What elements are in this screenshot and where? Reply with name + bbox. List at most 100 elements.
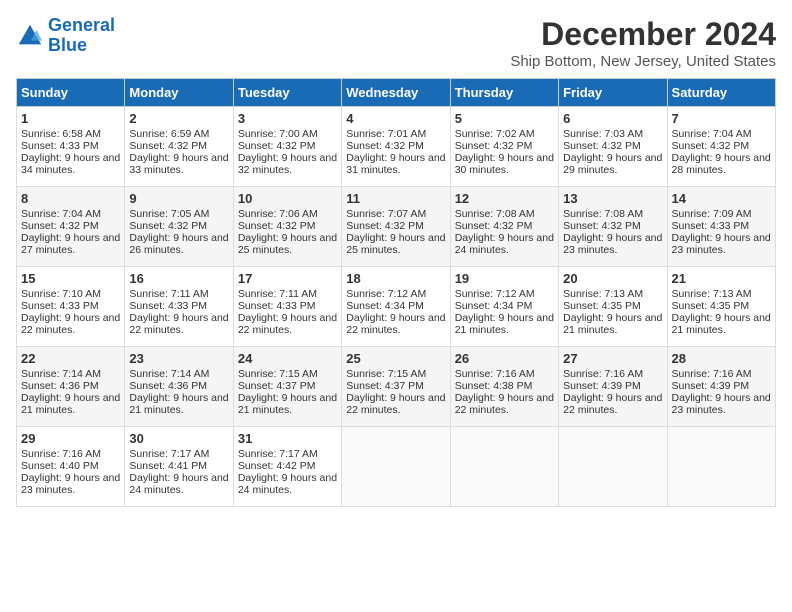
page-header: General Blue December 2024 Ship Bottom, … xyxy=(16,16,776,70)
day-number: 4 xyxy=(346,111,445,126)
sunset-text: Sunset: 4:32 PM xyxy=(346,220,424,232)
day-number: 7 xyxy=(672,111,771,126)
calendar-cell: 5Sunrise: 7:02 AMSunset: 4:32 PMDaylight… xyxy=(450,107,558,187)
calendar-cell xyxy=(450,427,558,507)
main-title: December 2024 xyxy=(510,16,776,53)
sunset-text: Sunset: 4:32 PM xyxy=(129,220,207,232)
sunset-text: Sunset: 4:32 PM xyxy=(346,140,424,152)
sunset-text: Sunset: 4:39 PM xyxy=(563,380,641,392)
sunrise-text: Sunrise: 7:00 AM xyxy=(238,128,318,140)
sunset-text: Sunset: 4:32 PM xyxy=(238,220,316,232)
daylight-text: Daylight: 9 hours and 21 minutes. xyxy=(455,312,554,336)
day-number: 8 xyxy=(21,191,120,206)
daylight-text: Daylight: 9 hours and 22 minutes. xyxy=(346,312,445,336)
calendar-cell: 17Sunrise: 7:11 AMSunset: 4:33 PMDayligh… xyxy=(233,267,341,347)
day-number: 6 xyxy=(563,111,662,126)
sunrise-text: Sunrise: 7:15 AM xyxy=(238,368,318,380)
calendar-cell: 23Sunrise: 7:14 AMSunset: 4:36 PMDayligh… xyxy=(125,347,233,427)
sunrise-text: Sunrise: 7:17 AM xyxy=(238,448,318,460)
daylight-text: Daylight: 9 hours and 21 minutes. xyxy=(21,392,120,416)
day-number: 10 xyxy=(238,191,337,206)
sunset-text: Sunset: 4:38 PM xyxy=(455,380,533,392)
day-number: 12 xyxy=(455,191,554,206)
calendar-cell: 2Sunrise: 6:59 AMSunset: 4:32 PMDaylight… xyxy=(125,107,233,187)
daylight-text: Daylight: 9 hours and 22 minutes. xyxy=(455,392,554,416)
sunset-text: Sunset: 4:35 PM xyxy=(672,300,750,312)
title-section: December 2024 Ship Bottom, New Jersey, U… xyxy=(510,16,776,70)
day-number: 19 xyxy=(455,271,554,286)
sunrise-text: Sunrise: 7:16 AM xyxy=(672,368,752,380)
calendar-cell: 8Sunrise: 7:04 AMSunset: 4:32 PMDaylight… xyxy=(17,187,125,267)
sunrise-text: Sunrise: 7:11 AM xyxy=(238,288,317,300)
calendar-cell: 24Sunrise: 7:15 AMSunset: 4:37 PMDayligh… xyxy=(233,347,341,427)
day-header-saturday: Saturday xyxy=(667,79,775,107)
sunrise-text: Sunrise: 7:12 AM xyxy=(346,288,426,300)
sunset-text: Sunset: 4:35 PM xyxy=(563,300,641,312)
sunset-text: Sunset: 4:33 PM xyxy=(672,220,750,232)
sunrise-text: Sunrise: 7:14 AM xyxy=(129,368,209,380)
calendar-cell: 30Sunrise: 7:17 AMSunset: 4:41 PMDayligh… xyxy=(125,427,233,507)
day-number: 22 xyxy=(21,351,120,366)
sunset-text: Sunset: 4:39 PM xyxy=(672,380,750,392)
sunrise-text: Sunrise: 7:16 AM xyxy=(455,368,535,380)
sunset-text: Sunset: 4:32 PM xyxy=(455,220,533,232)
calendar-cell: 6Sunrise: 7:03 AMSunset: 4:32 PMDaylight… xyxy=(559,107,667,187)
calendar-cell xyxy=(559,427,667,507)
week-row-5: 29Sunrise: 7:16 AMSunset: 4:40 PMDayligh… xyxy=(17,427,776,507)
daylight-text: Daylight: 9 hours and 28 minutes. xyxy=(672,152,771,176)
sunrise-text: Sunrise: 7:17 AM xyxy=(129,448,209,460)
day-header-monday: Monday xyxy=(125,79,233,107)
sunset-text: Sunset: 4:34 PM xyxy=(346,300,424,312)
calendar-cell: 27Sunrise: 7:16 AMSunset: 4:39 PMDayligh… xyxy=(559,347,667,427)
day-header-wednesday: Wednesday xyxy=(342,79,450,107)
day-number: 3 xyxy=(238,111,337,126)
daylight-text: Daylight: 9 hours and 23 minutes. xyxy=(672,232,771,256)
daylight-text: Daylight: 9 hours and 31 minutes. xyxy=(346,152,445,176)
day-number: 25 xyxy=(346,351,445,366)
daylight-text: Daylight: 9 hours and 23 minutes. xyxy=(21,472,120,496)
subtitle: Ship Bottom, New Jersey, United States xyxy=(510,53,776,70)
day-number: 30 xyxy=(129,431,228,446)
daylight-text: Daylight: 9 hours and 21 minutes. xyxy=(129,392,228,416)
day-header-sunday: Sunday xyxy=(17,79,125,107)
calendar-cell: 28Sunrise: 7:16 AMSunset: 4:39 PMDayligh… xyxy=(667,347,775,427)
daylight-text: Daylight: 9 hours and 22 minutes. xyxy=(346,392,445,416)
sunset-text: Sunset: 4:32 PM xyxy=(238,140,316,152)
sunrise-text: Sunrise: 6:58 AM xyxy=(21,128,101,140)
calendar-body: 1Sunrise: 6:58 AMSunset: 4:33 PMDaylight… xyxy=(17,107,776,507)
day-number: 26 xyxy=(455,351,554,366)
calendar-cell: 29Sunrise: 7:16 AMSunset: 4:40 PMDayligh… xyxy=(17,427,125,507)
sunset-text: Sunset: 4:32 PM xyxy=(21,220,99,232)
sunrise-text: Sunrise: 7:08 AM xyxy=(563,208,643,220)
calendar-cell: 25Sunrise: 7:15 AMSunset: 4:37 PMDayligh… xyxy=(342,347,450,427)
calendar-cell: 20Sunrise: 7:13 AMSunset: 4:35 PMDayligh… xyxy=(559,267,667,347)
day-number: 2 xyxy=(129,111,228,126)
calendar-cell: 19Sunrise: 7:12 AMSunset: 4:34 PMDayligh… xyxy=(450,267,558,347)
sunset-text: Sunset: 4:41 PM xyxy=(129,460,207,472)
daylight-text: Daylight: 9 hours and 30 minutes. xyxy=(455,152,554,176)
day-number: 28 xyxy=(672,351,771,366)
day-header-thursday: Thursday xyxy=(450,79,558,107)
day-number: 1 xyxy=(21,111,120,126)
day-number: 17 xyxy=(238,271,337,286)
sunrise-text: Sunrise: 7:04 AM xyxy=(672,128,752,140)
day-number: 14 xyxy=(672,191,771,206)
sunset-text: Sunset: 4:32 PM xyxy=(672,140,750,152)
sunrise-text: Sunrise: 7:13 AM xyxy=(672,288,752,300)
calendar-table: SundayMondayTuesdayWednesdayThursdayFrid… xyxy=(16,78,776,507)
sunset-text: Sunset: 4:34 PM xyxy=(455,300,533,312)
day-number: 18 xyxy=(346,271,445,286)
daylight-text: Daylight: 9 hours and 27 minutes. xyxy=(21,232,120,256)
day-number: 9 xyxy=(129,191,228,206)
daylight-text: Daylight: 9 hours and 26 minutes. xyxy=(129,232,228,256)
daylight-text: Daylight: 9 hours and 24 minutes. xyxy=(455,232,554,256)
calendar-cell: 26 Sunrise: 7:16 AMSunset: 4:38 PMDayligh… xyxy=(450,347,558,427)
daylight-text: Daylight: 9 hours and 22 minutes. xyxy=(563,392,662,416)
calendar-cell: 16Sunrise: 7:11 AMSunset: 4:33 PMDayligh… xyxy=(125,267,233,347)
day-number: 31 xyxy=(238,431,337,446)
sunset-text: Sunset: 4:33 PM xyxy=(21,140,99,152)
sunrise-text: Sunrise: 7:14 AM xyxy=(21,368,101,380)
day-number: 5 xyxy=(455,111,554,126)
day-number: 16 xyxy=(129,271,228,286)
calendar-cell: 21Sunrise: 7:13 AMSunset: 4:35 PMDayligh… xyxy=(667,267,775,347)
